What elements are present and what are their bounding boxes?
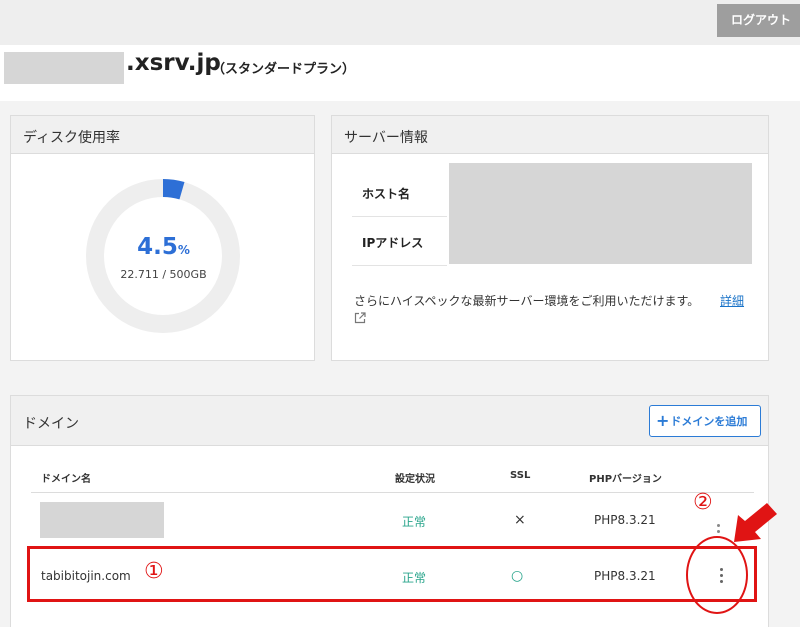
server-info-card: サーバー情報 ホスト名 IPアドレス さらにハイスペックな最新サーバー環境をご利… — [331, 115, 769, 361]
row1-kebab-menu-icon[interactable] — [713, 524, 723, 536]
server-info-title: サーバー情報 — [332, 116, 768, 154]
disk-usage-percent: 4.5% — [11, 234, 316, 260]
masked-server-id — [4, 52, 124, 84]
server-name: .xsrv.jp — [126, 50, 221, 76]
plan-name: （スタンダードプラン） — [212, 62, 356, 77]
disk-usage-title: ディスク使用率 — [11, 116, 314, 154]
masked-server-info — [449, 163, 752, 264]
column-ssl: SSL — [510, 470, 531, 481]
external-link-icon[interactable] — [354, 312, 366, 324]
ip-address-label: IPアドレス — [352, 217, 447, 266]
highlight-row-box — [27, 546, 757, 602]
disk-usage-card: ディスク使用率 4.5% 22.711 / 500GB — [10, 115, 315, 361]
highlight-menu-circle — [686, 536, 748, 614]
column-status: 設定状況 — [395, 474, 435, 485]
disk-percent-unit: % — [177, 243, 190, 257]
column-php-version: PHPバージョン — [589, 474, 662, 485]
disk-usage-amount: 22.711 / 500GB — [120, 268, 207, 281]
plus-icon: + — [656, 411, 670, 430]
column-domain-name: ドメイン名 — [41, 474, 91, 485]
row1-php-version: PHP8.3.21 — [594, 513, 656, 527]
row1-status: 正常 — [402, 515, 427, 529]
logout-button[interactable]: ログアウト — [717, 4, 800, 37]
masked-domain-name — [40, 502, 164, 538]
detail-link[interactable]: 詳細 — [720, 292, 744, 309]
red-arrow-icon — [734, 503, 777, 542]
hostname-label: ホスト名 — [352, 168, 447, 217]
add-domain-label: ドメインを追加 — [670, 415, 748, 428]
top-bar — [0, 0, 800, 45]
add-domain-button[interactable]: +ドメインを追加 — [649, 405, 761, 437]
disk-percent-value: 4.5 — [137, 234, 178, 260]
spec-upgrade-text: さらにハイスペックな最新サーバー環境をご利用いただけます。 — [354, 294, 700, 308]
header-divider — [31, 492, 754, 493]
marker-1: ① — [144, 559, 164, 584]
row1-ssl-off-icon: × — [514, 512, 526, 528]
marker-2: ② — [693, 490, 713, 515]
